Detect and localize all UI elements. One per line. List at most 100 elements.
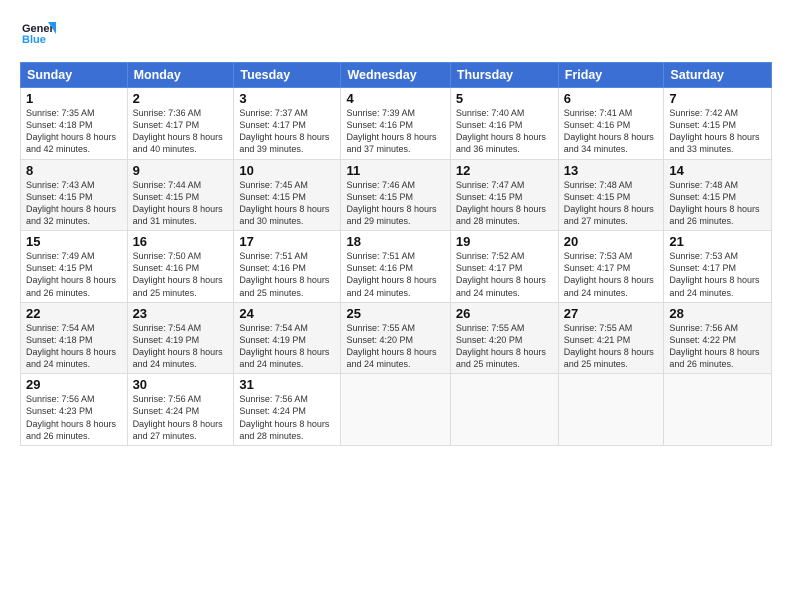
calendar-cell: 3Sunrise: 7:37 AMSunset: 4:17 PMDaylight… (234, 88, 341, 160)
day-info: Sunrise: 7:54 AMSunset: 4:19 PMDaylight … (133, 322, 229, 371)
day-info: Sunrise: 7:40 AMSunset: 4:16 PMDaylight … (456, 107, 553, 156)
day-number: 5 (456, 91, 553, 106)
day-info: Sunrise: 7:54 AMSunset: 4:18 PMDaylight … (26, 322, 122, 371)
calendar-cell (664, 374, 772, 446)
day-info: Sunrise: 7:55 AMSunset: 4:20 PMDaylight … (456, 322, 553, 371)
calendar-cell: 17Sunrise: 7:51 AMSunset: 4:16 PMDayligh… (234, 231, 341, 303)
day-info: Sunrise: 7:53 AMSunset: 4:17 PMDaylight … (564, 250, 659, 299)
day-info: Sunrise: 7:56 AMSunset: 4:24 PMDaylight … (133, 393, 229, 442)
day-info: Sunrise: 7:36 AMSunset: 4:17 PMDaylight … (133, 107, 229, 156)
day-number: 16 (133, 234, 229, 249)
weekday-header-thursday: Thursday (450, 63, 558, 88)
day-info: Sunrise: 7:55 AMSunset: 4:21 PMDaylight … (564, 322, 659, 371)
day-number: 17 (239, 234, 335, 249)
day-number: 8 (26, 163, 122, 178)
day-info: Sunrise: 7:44 AMSunset: 4:15 PMDaylight … (133, 179, 229, 228)
day-info: Sunrise: 7:47 AMSunset: 4:15 PMDaylight … (456, 179, 553, 228)
weekday-header-saturday: Saturday (664, 63, 772, 88)
page: General Blue SundayMondayTuesdayWednesda… (0, 0, 792, 612)
day-info: Sunrise: 7:48 AMSunset: 4:15 PMDaylight … (669, 179, 766, 228)
day-number: 19 (456, 234, 553, 249)
weekday-header-sunday: Sunday (21, 63, 128, 88)
day-info: Sunrise: 7:42 AMSunset: 4:15 PMDaylight … (669, 107, 766, 156)
day-number: 4 (346, 91, 444, 106)
weekday-header-friday: Friday (558, 63, 664, 88)
day-info: Sunrise: 7:49 AMSunset: 4:15 PMDaylight … (26, 250, 122, 299)
day-number: 20 (564, 234, 659, 249)
day-info: Sunrise: 7:41 AMSunset: 4:16 PMDaylight … (564, 107, 659, 156)
day-info: Sunrise: 7:48 AMSunset: 4:15 PMDaylight … (564, 179, 659, 228)
calendar-cell: 18Sunrise: 7:51 AMSunset: 4:16 PMDayligh… (341, 231, 450, 303)
day-number: 25 (346, 306, 444, 321)
calendar-cell (341, 374, 450, 446)
calendar-cell: 12Sunrise: 7:47 AMSunset: 4:15 PMDayligh… (450, 159, 558, 231)
calendar-week-1: 1Sunrise: 7:35 AMSunset: 4:18 PMDaylight… (21, 88, 772, 160)
calendar-cell: 5Sunrise: 7:40 AMSunset: 4:16 PMDaylight… (450, 88, 558, 160)
day-number: 24 (239, 306, 335, 321)
logo: General Blue (20, 16, 60, 52)
calendar-cell: 8Sunrise: 7:43 AMSunset: 4:15 PMDaylight… (21, 159, 128, 231)
day-number: 23 (133, 306, 229, 321)
calendar-cell: 26Sunrise: 7:55 AMSunset: 4:20 PMDayligh… (450, 302, 558, 374)
day-info: Sunrise: 7:35 AMSunset: 4:18 PMDaylight … (26, 107, 122, 156)
day-number: 9 (133, 163, 229, 178)
day-number: 22 (26, 306, 122, 321)
logo-icon: General Blue (20, 16, 56, 52)
calendar-cell: 19Sunrise: 7:52 AMSunset: 4:17 PMDayligh… (450, 231, 558, 303)
header: General Blue (20, 16, 772, 52)
calendar-cell: 11Sunrise: 7:46 AMSunset: 4:15 PMDayligh… (341, 159, 450, 231)
calendar-cell: 16Sunrise: 7:50 AMSunset: 4:16 PMDayligh… (127, 231, 234, 303)
weekday-header-row: SundayMondayTuesdayWednesdayThursdayFrid… (21, 63, 772, 88)
day-number: 1 (26, 91, 122, 106)
day-number: 14 (669, 163, 766, 178)
calendar-cell: 10Sunrise: 7:45 AMSunset: 4:15 PMDayligh… (234, 159, 341, 231)
day-number: 15 (26, 234, 122, 249)
day-info: Sunrise: 7:51 AMSunset: 4:16 PMDaylight … (239, 250, 335, 299)
day-info: Sunrise: 7:56 AMSunset: 4:23 PMDaylight … (26, 393, 122, 442)
calendar-cell: 23Sunrise: 7:54 AMSunset: 4:19 PMDayligh… (127, 302, 234, 374)
calendar-cell (558, 374, 664, 446)
day-number: 28 (669, 306, 766, 321)
calendar-cell (450, 374, 558, 446)
svg-text:Blue: Blue (22, 34, 46, 46)
calendar-cell: 27Sunrise: 7:55 AMSunset: 4:21 PMDayligh… (558, 302, 664, 374)
calendar-cell: 15Sunrise: 7:49 AMSunset: 4:15 PMDayligh… (21, 231, 128, 303)
day-info: Sunrise: 7:56 AMSunset: 4:22 PMDaylight … (669, 322, 766, 371)
day-info: Sunrise: 7:45 AMSunset: 4:15 PMDaylight … (239, 179, 335, 228)
day-number: 2 (133, 91, 229, 106)
day-number: 11 (346, 163, 444, 178)
day-number: 29 (26, 377, 122, 392)
calendar-cell: 29Sunrise: 7:56 AMSunset: 4:23 PMDayligh… (21, 374, 128, 446)
day-number: 6 (564, 91, 659, 106)
day-number: 12 (456, 163, 553, 178)
calendar-week-2: 8Sunrise: 7:43 AMSunset: 4:15 PMDaylight… (21, 159, 772, 231)
calendar-cell: 31Sunrise: 7:56 AMSunset: 4:24 PMDayligh… (234, 374, 341, 446)
day-number: 7 (669, 91, 766, 106)
calendar-cell: 30Sunrise: 7:56 AMSunset: 4:24 PMDayligh… (127, 374, 234, 446)
calendar-cell: 1Sunrise: 7:35 AMSunset: 4:18 PMDaylight… (21, 88, 128, 160)
day-info: Sunrise: 7:56 AMSunset: 4:24 PMDaylight … (239, 393, 335, 442)
day-number: 3 (239, 91, 335, 106)
day-info: Sunrise: 7:53 AMSunset: 4:17 PMDaylight … (669, 250, 766, 299)
calendar-cell: 6Sunrise: 7:41 AMSunset: 4:16 PMDaylight… (558, 88, 664, 160)
weekday-header-tuesday: Tuesday (234, 63, 341, 88)
day-info: Sunrise: 7:54 AMSunset: 4:19 PMDaylight … (239, 322, 335, 371)
day-info: Sunrise: 7:43 AMSunset: 4:15 PMDaylight … (26, 179, 122, 228)
day-number: 27 (564, 306, 659, 321)
weekday-header-wednesday: Wednesday (341, 63, 450, 88)
day-info: Sunrise: 7:46 AMSunset: 4:15 PMDaylight … (346, 179, 444, 228)
calendar-cell: 22Sunrise: 7:54 AMSunset: 4:18 PMDayligh… (21, 302, 128, 374)
day-number: 18 (346, 234, 444, 249)
calendar-cell: 28Sunrise: 7:56 AMSunset: 4:22 PMDayligh… (664, 302, 772, 374)
day-info: Sunrise: 7:51 AMSunset: 4:16 PMDaylight … (346, 250, 444, 299)
calendar-cell: 25Sunrise: 7:55 AMSunset: 4:20 PMDayligh… (341, 302, 450, 374)
calendar-cell: 24Sunrise: 7:54 AMSunset: 4:19 PMDayligh… (234, 302, 341, 374)
calendar-week-3: 15Sunrise: 7:49 AMSunset: 4:15 PMDayligh… (21, 231, 772, 303)
calendar-cell: 2Sunrise: 7:36 AMSunset: 4:17 PMDaylight… (127, 88, 234, 160)
weekday-header-monday: Monday (127, 63, 234, 88)
day-info: Sunrise: 7:50 AMSunset: 4:16 PMDaylight … (133, 250, 229, 299)
day-number: 31 (239, 377, 335, 392)
day-info: Sunrise: 7:52 AMSunset: 4:17 PMDaylight … (456, 250, 553, 299)
calendar-cell: 9Sunrise: 7:44 AMSunset: 4:15 PMDaylight… (127, 159, 234, 231)
day-info: Sunrise: 7:55 AMSunset: 4:20 PMDaylight … (346, 322, 444, 371)
